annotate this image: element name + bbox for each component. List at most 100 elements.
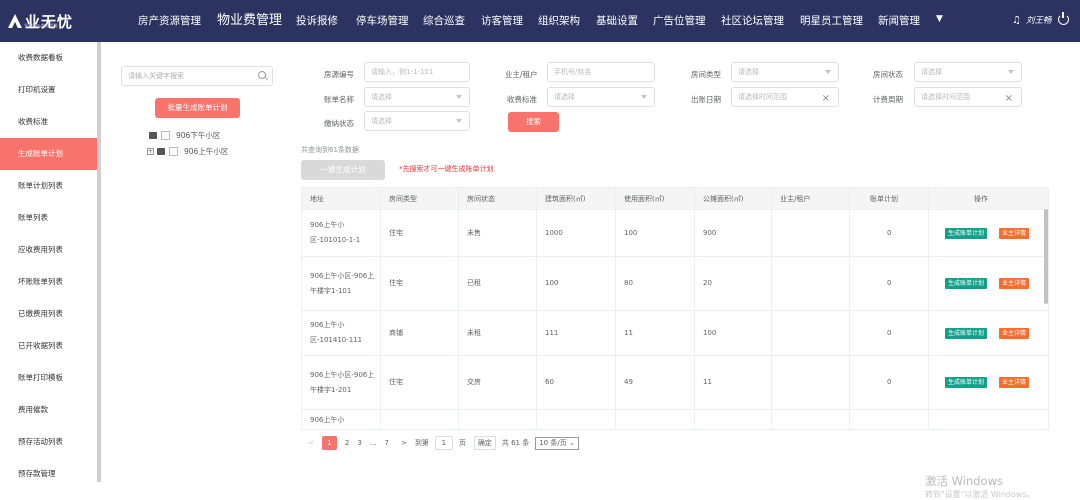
table-scrollbar[interactable] <box>1044 209 1048 304</box>
folder-icon <box>157 148 165 155</box>
page-1[interactable]: 1 <box>321 436 337 450</box>
bill-date-range[interactable]: 请选择时间范围 × <box>731 87 839 107</box>
bell-icon[interactable]: ♫ <box>1012 15 1021 26</box>
cell-use-area <box>616 410 695 429</box>
tree-checkbox[interactable] <box>169 147 178 156</box>
sidebar-item-print-template[interactable]: 账单打印模板 <box>0 362 97 394</box>
cell-use-area: 11 <box>616 311 695 355</box>
logout-icon[interactable] <box>1058 12 1069 25</box>
cell-share-area: 100 <box>695 311 772 355</box>
nav-news[interactable]: 新闻管理 <box>878 0 920 42</box>
next-page-button[interactable]: > <box>401 439 407 447</box>
owner-detail-button[interactable]: 业主详情 <box>999 328 1030 339</box>
room-status-select[interactable]: 请选择 <box>914 62 1022 82</box>
nav-star-staff[interactable]: 明星员工管理 <box>800 0 863 42</box>
page-size-select[interactable]: 10 条/页 ⌄ <box>535 436 579 450</box>
nav-ads[interactable]: 广告位管理 <box>653 0 706 42</box>
bill-name-select[interactable]: 请选择 <box>364 87 470 107</box>
page-7[interactable]: 7 <box>385 439 389 447</box>
cell-room-type <box>381 410 459 429</box>
col-header-room-status: 房间状态 <box>459 188 537 210</box>
search-icon[interactable] <box>258 71 266 79</box>
sidebar-item-printer-settings[interactable]: 打印机设置 <box>0 74 97 106</box>
batch-generate-button[interactable]: 批量生成账单计划 <box>155 98 240 118</box>
sidebar-item-prepay-activity[interactable]: 预存活动列表 <box>0 426 97 458</box>
fee-period-label: 计费周期 <box>873 95 903 104</box>
nav-property-resources[interactable]: 房产资源管理 <box>138 0 201 42</box>
nav-inspection[interactable]: 综合巡查 <box>423 0 465 42</box>
one-click-generate-button[interactable]: 一键生成计划 <box>301 160 385 180</box>
col-header-actions: 操作 <box>929 188 1048 210</box>
cell-room-status <box>459 410 537 429</box>
sidebar-item-paid-list[interactable]: 已缴费用列表 <box>0 298 97 330</box>
chevron-down-icon <box>641 95 647 99</box>
page-2[interactable]: 2 <box>345 439 349 447</box>
cell-build-area: 60 <box>537 356 616 409</box>
room-no-input[interactable]: 请输入，例1-1-101 <box>364 62 470 82</box>
generate-plan-button-partial[interactable] <box>945 429 951 430</box>
generate-plan-button[interactable]: 生成账单计划 <box>945 377 988 388</box>
user-name[interactable]: 刘王畅 <box>1026 14 1052 26</box>
goto-confirm-button[interactable]: 确定 <box>473 436 496 450</box>
goto-page-input[interactable]: 1 <box>434 436 453 450</box>
nav-basic-settings[interactable]: 基础设置 <box>596 0 638 42</box>
nav-forum[interactable]: 社区论坛管理 <box>721 0 784 42</box>
owner-label: 业主/租户 <box>505 70 538 79</box>
cell-room-type: 住宅 <box>381 210 459 256</box>
nav-visitors[interactable]: 访客管理 <box>481 0 523 42</box>
owner-input[interactable]: 手机号/姓名 <box>547 62 655 82</box>
fee-period-range[interactable]: 请选择时间范围 × <box>914 87 1022 107</box>
sidebar-item-generate-bill-plan[interactable]: 生成账单计划 <box>0 138 97 170</box>
generate-plan-button[interactable]: 生成账单计划 <box>945 228 988 239</box>
nav-organization[interactable]: 组织架构 <box>538 0 580 42</box>
sidebar-item-prepay-management[interactable]: 预存款管理 <box>0 458 97 490</box>
sidebar-item-bill-plan-list[interactable]: 账单计划列表 <box>0 170 97 202</box>
owner-detail-button[interactable]: 业主详情 <box>999 278 1030 289</box>
clear-icon[interactable]: × <box>1005 90 1013 108</box>
expand-icon[interactable]: + <box>147 148 154 155</box>
sidebar-item-receipt-list[interactable]: 已开收据列表 <box>0 330 97 362</box>
owner-detail-button-partial[interactable] <box>999 429 1033 430</box>
nav-more-dropdown[interactable]: ▼ <box>936 14 943 24</box>
sidebar-item-receivable-list[interactable]: 应收费用列表 <box>0 234 97 266</box>
sidebar-item-bad-debt-list[interactable]: 坏账账单列表 <box>0 266 97 298</box>
logo[interactable]: 业无忧 <box>8 6 73 36</box>
cell-build-area <box>537 410 616 429</box>
cell-share-area: 20 <box>695 257 772 310</box>
page-3[interactable]: 3 <box>357 439 361 447</box>
cell-owner <box>772 210 850 256</box>
sidebar-item-fee-standard[interactable]: 收费标准 <box>0 106 97 138</box>
prev-page-button[interactable]: < <box>308 439 314 447</box>
room-status-label: 房间状态 <box>873 70 903 79</box>
sidebar-item-fee-dashboard[interactable]: 收费数据看板 <box>0 42 97 74</box>
search-button[interactable]: 搜索 <box>508 112 559 132</box>
tree-checkbox[interactable] <box>161 131 170 140</box>
nav-complaints[interactable]: 投诉报修 <box>296 0 338 42</box>
fee-standard-label: 收费标准 <box>507 95 537 104</box>
sidebar-scrollbar[interactable] <box>97 42 101 482</box>
room-type-select[interactable]: 请选择 <box>731 62 839 82</box>
col-header-owner: 业主/租户 <box>772 188 850 210</box>
cell-bill-plan: 0 <box>850 257 929 310</box>
cell-address: 906上午小区-906上午楼宇1-201 <box>302 356 381 409</box>
cell-build-area: 111 <box>537 311 616 355</box>
owner-detail-button[interactable]: 业主详情 <box>999 228 1030 239</box>
chevron-down-icon <box>456 95 462 99</box>
cell-owner <box>772 410 850 429</box>
generate-plan-button[interactable]: 生成账单计划 <box>945 328 988 339</box>
sidebar-item-bill-list[interactable]: 账单列表 <box>0 202 97 234</box>
clear-icon[interactable]: × <box>822 90 830 108</box>
owner-detail-button[interactable]: 业主详情 <box>999 377 1030 388</box>
page-ellipsis[interactable]: ... <box>370 439 377 447</box>
fee-standard-select[interactable]: 请选择 <box>547 87 655 107</box>
chevron-down-icon <box>825 70 831 74</box>
tree-node-label: 906上午小区 <box>184 147 229 156</box>
tree-node[interactable]: + 906上午小区 <box>147 146 228 157</box>
sidebar-item-fee-reminder[interactable]: 费用催款 <box>0 394 97 426</box>
nav-parking[interactable]: 停车场管理 <box>356 0 409 42</box>
nav-property-fee[interactable]: 物业费管理 <box>217 0 282 42</box>
generate-plan-button[interactable]: 生成账单计划 <box>945 278 988 289</box>
tree-search-input[interactable]: 请输入关键字搜索 <box>121 66 273 86</box>
tree-node[interactable]: 906下午小区 <box>149 130 220 141</box>
pay-status-select[interactable]: 请选择 <box>364 111 470 131</box>
